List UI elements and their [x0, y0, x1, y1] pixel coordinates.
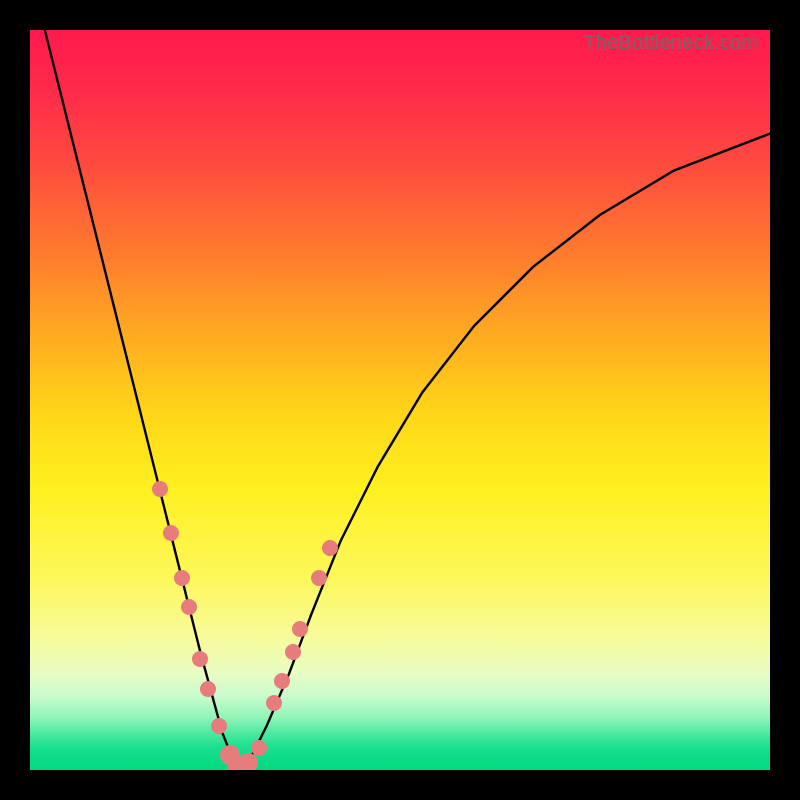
- watermark-text: TheBottleneck.com: [583, 32, 758, 55]
- plot-area: TheBottleneck.com: [30, 30, 770, 770]
- curve-marker: [163, 525, 179, 541]
- curve-marker: [274, 673, 290, 689]
- curve-marker: [322, 540, 338, 556]
- curve-marker: [152, 481, 168, 497]
- curve-marker: [211, 718, 227, 734]
- curve-marker: [174, 570, 190, 586]
- bottleneck-curve: [30, 30, 770, 770]
- chart-frame: TheBottleneck.com: [0, 0, 800, 800]
- curve-marker: [285, 644, 301, 660]
- curve-marker: [200, 681, 216, 697]
- curve-marker: [311, 570, 327, 586]
